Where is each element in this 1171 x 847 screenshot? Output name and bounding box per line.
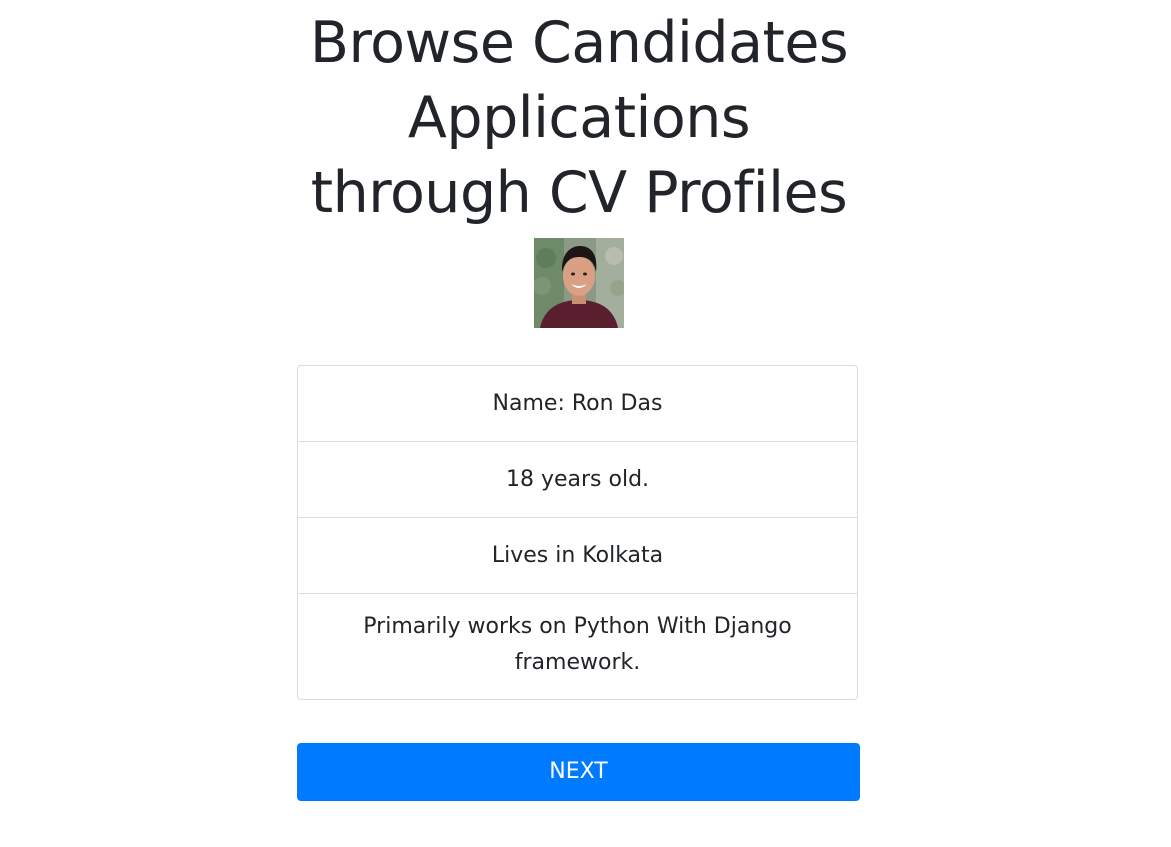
candidate-skills: Primarily works on Python With Django fr… — [363, 614, 792, 675]
page-title-line-3: through CV Profiles — [310, 160, 848, 226]
candidate-location: Lives in Kolkata — [298, 518, 857, 594]
candidate-name: Name: Ron Das — [298, 366, 857, 442]
candidate-photo-image — [534, 238, 624, 328]
candidate-age: 18 years old. — [298, 442, 857, 518]
page-title: Browse Candidates Applications through C… — [0, 6, 1158, 231]
page-title-line-2: Applications — [407, 85, 751, 151]
next-button[interactable]: NEXT — [297, 743, 860, 801]
candidate-info-list: Name: Ron Das 18 years old. Lives in Kol… — [297, 365, 858, 700]
page-title-line-1: Browse Candidates — [309, 10, 849, 76]
candidate-avatar — [534, 238, 624, 328]
page-container: Browse Candidates Applications through C… — [0, 0, 1171, 847]
